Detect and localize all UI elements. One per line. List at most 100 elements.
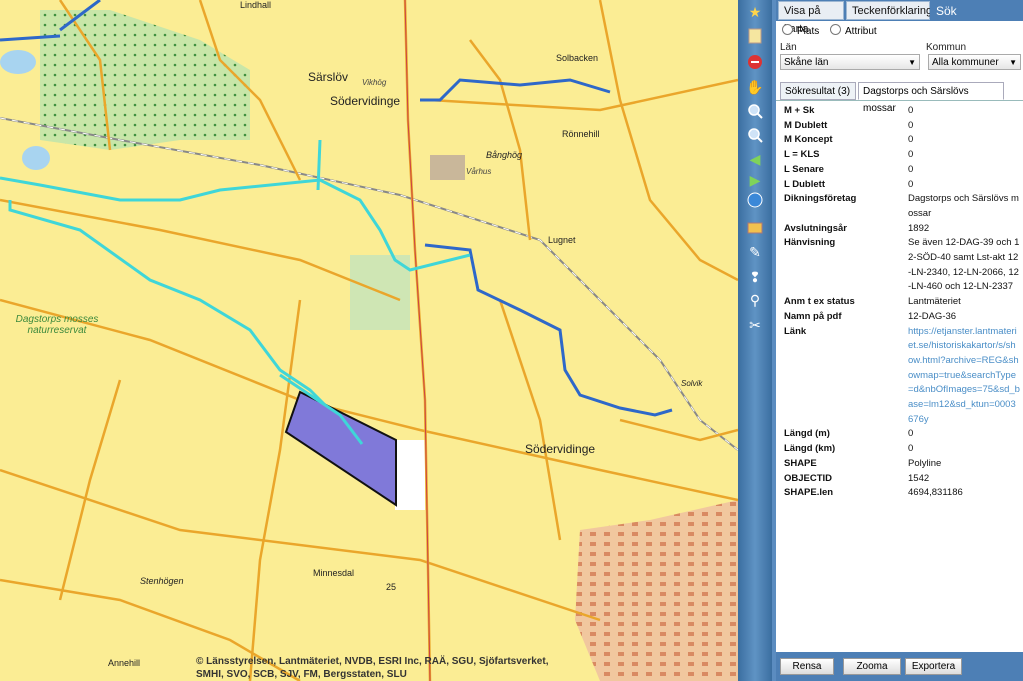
attribute-table: M + Sk 0 M Dublett 0 M Koncept 0 L = KLS 0 L Sen… bbox=[784, 104, 1020, 652]
attribute-key: Namn på pdf bbox=[784, 310, 842, 322]
kommun-label: Kommun bbox=[926, 42, 967, 53]
attribute-row: L = KLS 0 bbox=[784, 148, 1020, 163]
attribute-value: 0 bbox=[908, 149, 914, 161]
identify-icon[interactable]: ❢ bbox=[745, 267, 765, 287]
radio-attribut-label: Attribut bbox=[845, 26, 877, 37]
attribute-key: Hänvisning bbox=[784, 237, 836, 249]
attribute-value: 0 bbox=[908, 105, 914, 116]
attribute-key: Dikningsföretag bbox=[784, 193, 857, 205]
forest-area bbox=[40, 10, 250, 150]
map-view[interactable]: Lindhall Särslöv Vikhög Södervidinge Sol… bbox=[0, 0, 738, 681]
map-toolbar: ★ ✋ ◀ ▶ ✎ ❢ ⚲ ✂ bbox=[738, 0, 772, 681]
zoom-in-icon[interactable] bbox=[745, 101, 765, 121]
attribute-value: 0 bbox=[908, 119, 914, 131]
attribute-row: L Senare 0 bbox=[784, 163, 1020, 178]
attribute-value: 12-DAG-36 bbox=[908, 310, 957, 322]
back-icon[interactable]: ◀ bbox=[745, 149, 765, 169]
chevron-down-icon: ▼ bbox=[1009, 58, 1017, 67]
forward-icon[interactable]: ▶ bbox=[745, 170, 765, 190]
attribute-row: Länk https://etjanster.lantmateriet.se/hi… bbox=[784, 325, 1020, 428]
attribute-key: L = KLS bbox=[784, 149, 820, 161]
attribute-value: 0 bbox=[908, 443, 914, 455]
map-label-solvik: Solvik bbox=[681, 379, 703, 388]
attribute-key: M Dublett bbox=[784, 119, 828, 131]
selected-polygon[interactable] bbox=[284, 390, 397, 507]
attribute-value: 0 bbox=[908, 428, 914, 440]
attribute-key: SHAPE bbox=[784, 457, 817, 469]
panel-bottom-bar: Rensa Zooma Exportera bbox=[776, 652, 1023, 681]
map-label-sodervidinge-south: Södervidinge bbox=[525, 442, 596, 456]
attribute-key: Längd (m) bbox=[784, 428, 830, 440]
lan-select[interactable]: Skåne län ▼ bbox=[780, 54, 920, 70]
attribute-key: Anm t ex status bbox=[784, 296, 855, 308]
tab-sok[interactable]: Sök bbox=[930, 1, 962, 20]
tab-teckenforklaring[interactable]: Teckenförklaring bbox=[846, 1, 932, 20]
map-label-stenhogen: Stenhögen bbox=[140, 576, 184, 586]
attribute-row: SHAPE Polyline bbox=[784, 457, 1020, 472]
attribute-value: Lantmäteriet bbox=[908, 296, 961, 308]
tab-dagstorps-sarslovs[interactable]: Dagstorps och Särslövs mossar bbox=[858, 82, 1004, 114]
attribute-row: Längd (m) 0 bbox=[784, 427, 1020, 442]
map-label-sodervidinge-north: Södervidinge bbox=[330, 94, 401, 108]
radio-attribut[interactable] bbox=[830, 24, 842, 35]
measure-icon[interactable]: ⚲ bbox=[745, 290, 765, 310]
bookmark-icon[interactable] bbox=[745, 26, 765, 46]
tab-sokresultat[interactable]: Sökresultat (3) bbox=[780, 82, 856, 100]
attribute-row: SHAPE.len 4694,831186 bbox=[784, 486, 1020, 501]
favorites-icon[interactable]: ★ bbox=[745, 2, 765, 22]
attribute-row: Avslutningsår 1892 bbox=[784, 222, 1020, 237]
attribute-row: M + Sk 0 bbox=[784, 104, 1020, 119]
pan-icon[interactable]: ✋ bbox=[745, 77, 765, 97]
attribute-link[interactable]: https://etjanster.lantmateriet.se/histor… bbox=[908, 325, 1020, 428]
tools-icon[interactable]: ✂ bbox=[745, 315, 765, 335]
radio-plats-label: Plats bbox=[797, 26, 820, 37]
attribute-row: Anm t ex status Lantmäteriet bbox=[784, 295, 1020, 310]
attribute-key: Avslutningsår bbox=[784, 222, 847, 234]
map-label-banghog: Bånghög bbox=[486, 150, 523, 160]
attribute-row: M Dublett 0 bbox=[784, 119, 1020, 134]
tab-visa-pa-karta[interactable]: Visa på karta bbox=[778, 1, 844, 35]
full-extent-icon[interactable] bbox=[745, 190, 765, 210]
map-label-road-25: 25 bbox=[386, 582, 397, 592]
zoom-out-icon[interactable] bbox=[745, 125, 765, 145]
attribute-value: 0 bbox=[908, 178, 914, 190]
attribute-row: Längd (km) 0 bbox=[784, 442, 1020, 457]
attribute-value: 0 bbox=[908, 163, 914, 175]
attribute-value: 1892 bbox=[908, 222, 930, 234]
attribute-row: M Koncept 0 bbox=[784, 133, 1020, 148]
layers-icon[interactable] bbox=[745, 218, 765, 238]
reset-button[interactable]: Rensa bbox=[780, 658, 834, 675]
attribute-key: M + Sk bbox=[784, 105, 815, 116]
attribute-value: Se även 12-DAG-39 och 12-SÖD-40 samt Lst… bbox=[908, 237, 1020, 293]
map-label-dagstorp-reserve: Dagstorps mosses naturreservat bbox=[15, 314, 99, 336]
kommun-select[interactable]: Alla kommuner ▼ bbox=[928, 54, 1021, 70]
pond bbox=[22, 146, 50, 170]
attribute-key: Längd (km) bbox=[784, 443, 836, 455]
urban-area bbox=[575, 500, 738, 681]
attribute-value: Dagstorps och Särslövs mossar bbox=[908, 193, 1019, 219]
map-label-vikhog: Vikhög bbox=[362, 78, 387, 87]
lan-label: Län bbox=[780, 42, 797, 53]
attribute-key: M Koncept bbox=[784, 134, 833, 146]
attribute-value: 0 bbox=[908, 134, 914, 146]
attribute-key: SHAPE.len bbox=[784, 487, 834, 499]
map-label-solbacken: Solbacken bbox=[556, 53, 599, 63]
result-tabs: Sökresultat (3) Dagstorps och Särslövs m… bbox=[776, 80, 1023, 114]
white-area bbox=[395, 440, 425, 510]
attribute-value: Polyline bbox=[908, 457, 942, 469]
map-label-lindhall: Lindhall bbox=[240, 0, 272, 10]
radio-plats[interactable] bbox=[782, 24, 793, 35]
attribute-value: 1542 bbox=[908, 472, 930, 484]
clear-icon[interactable] bbox=[745, 52, 765, 72]
building-block bbox=[430, 155, 465, 180]
zoom-button[interactable]: Zooma bbox=[843, 658, 901, 675]
export-button[interactable]: Exportera bbox=[905, 658, 962, 675]
side-panel: Visa på karta Teckenförklaring Sök Plats… bbox=[772, 0, 1023, 681]
map-label-annehill: Annehill bbox=[108, 658, 141, 668]
map-label-minnesdal: Minnesdal bbox=[313, 568, 355, 578]
kommun-select-value: Alla kommuner bbox=[932, 57, 999, 68]
lan-select-value: Skåne län bbox=[784, 57, 829, 68]
pond bbox=[0, 50, 36, 74]
map-label-varhus: Vårhus bbox=[466, 167, 492, 176]
draw-icon[interactable]: ✎ bbox=[745, 242, 765, 262]
